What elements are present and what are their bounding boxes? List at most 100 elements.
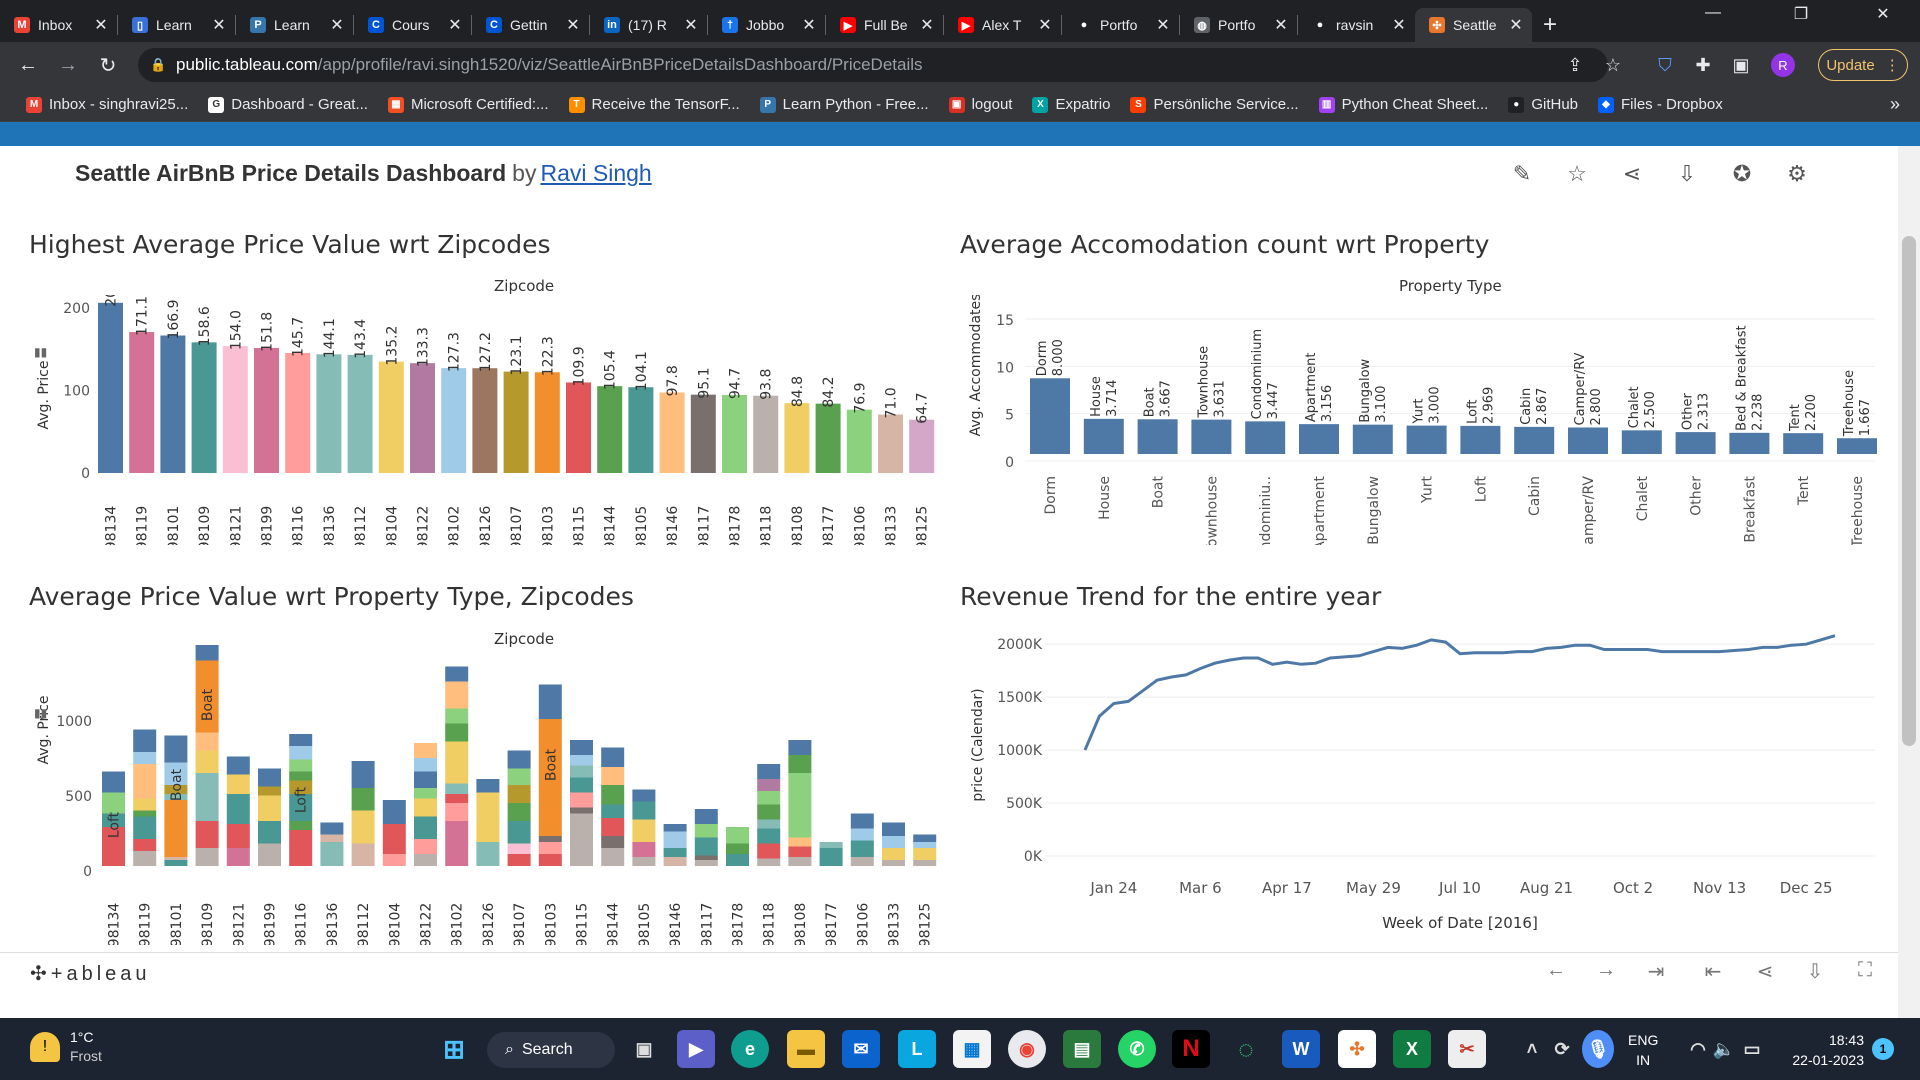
scroll-thumb[interactable] xyxy=(1902,236,1916,746)
tab-close-icon[interactable]: ✕ xyxy=(1508,15,1524,35)
bookmark-item[interactable]: ▦ Microsoft Certified:... xyxy=(378,96,559,113)
browser-tab[interactable]: P Learn ✕ xyxy=(236,8,353,42)
browser-tab[interactable]: ▶ Full Be ✕ xyxy=(826,8,943,42)
page-scrollbar[interactable] xyxy=(1898,146,1920,1018)
browser-tab[interactable]: ◍ Portfo ✕ xyxy=(1180,8,1297,42)
start-windows-icon[interactable]: ⊞ xyxy=(435,1030,473,1068)
share-icon[interactable]: ⋖ xyxy=(1618,160,1646,188)
browser-tab[interactable]: C Gettin ✕ xyxy=(472,8,589,42)
undo-icon[interactable]: ← xyxy=(1541,959,1571,982)
bookmark-item[interactable]: X Expatrio xyxy=(1022,96,1120,113)
word-icon[interactable]: W xyxy=(1282,1030,1320,1068)
back-icon[interactable]: ← xyxy=(10,47,46,83)
mail-icon[interactable]: ✉ xyxy=(842,1030,880,1068)
favorite-star-icon[interactable]: ☆ xyxy=(1563,160,1591,188)
minimize-icon[interactable]: — xyxy=(1690,4,1736,22)
close-window-icon[interactable]: ✕ xyxy=(1860,4,1906,24)
badge-icon[interactable]: ✪ xyxy=(1728,160,1756,188)
bookmark-item[interactable]: ◆ Files - Dropbox xyxy=(1588,96,1733,113)
tab-close-icon[interactable]: ✕ xyxy=(1037,15,1053,35)
excel-icon[interactable]: X xyxy=(1393,1030,1431,1068)
tab-close-icon[interactable]: ✕ xyxy=(801,15,817,35)
tab-close-icon[interactable]: ✕ xyxy=(1155,15,1171,35)
whatsapp-icon[interactable]: ✆ xyxy=(1118,1030,1156,1068)
zip-price-chart[interactable]: Avg. Price ▮▮ 0 100 200 206.6 98134 171.1 98119 1… xyxy=(0,295,950,545)
l-app-icon[interactable]: L xyxy=(898,1030,936,1068)
fullscreen-icon[interactable]: ⛶ xyxy=(1850,959,1880,982)
tab-close-icon[interactable]: ✕ xyxy=(1391,15,1407,35)
microphone-icon[interactable]: 🎙 xyxy=(1582,1030,1614,1068)
notification-badge[interactable]: 1 xyxy=(1872,1038,1894,1060)
browser-tab[interactable]: in (17) R ✕ xyxy=(590,8,707,42)
bookmark-item[interactable]: ▣ logout xyxy=(939,96,1023,113)
chrome-icon[interactable]: ◉ xyxy=(1008,1030,1046,1068)
tableau-app-icon[interactable]: ✣ xyxy=(1338,1030,1376,1068)
tab-close-icon[interactable]: ✕ xyxy=(329,15,345,35)
tab-close-icon[interactable]: ✕ xyxy=(447,15,463,35)
browser-tab[interactable]: ✣ Seattle ✕ xyxy=(1415,8,1532,42)
taskbar-search[interactable]: ⌕ Search xyxy=(487,1032,615,1068)
system-clock[interactable]: 18:43 22-01-2023 xyxy=(1760,1030,1864,1070)
tab-close-icon[interactable]: ✕ xyxy=(211,15,227,35)
bookmarks-overflow-icon[interactable]: » xyxy=(1890,94,1900,115)
revenue-chart[interactable]: price (Calendar) 0K 500K 1000K 1500K 2000K Jan… xyxy=(950,615,1895,950)
bookmark-item[interactable]: M Inbox - singhravi25... xyxy=(16,96,198,113)
new-tab-button[interactable]: + xyxy=(1532,8,1568,42)
download-icon[interactable]: ⇩ xyxy=(1673,160,1701,188)
language-indicator[interactable]: ENG IN xyxy=(1628,1030,1658,1070)
forward-icon[interactable]: → xyxy=(50,47,86,83)
settings-gear-icon[interactable]: ⚙ xyxy=(1783,160,1811,188)
edit-icon[interactable]: ✎ xyxy=(1508,160,1536,188)
netflix-icon[interactable]: N xyxy=(1172,1030,1210,1068)
tray-sync-icon[interactable]: ⟳ xyxy=(1548,1030,1576,1068)
author-link[interactable]: Ravi Singh xyxy=(540,160,651,186)
browser-tab[interactable]: C Cours ✕ xyxy=(354,8,471,42)
edge-icon[interactable]: e xyxy=(731,1030,769,1068)
snipping-tool-icon[interactable]: ✂ xyxy=(1448,1030,1486,1068)
download-viz-icon[interactable]: ⇩ xyxy=(1800,959,1830,984)
share-viz-icon[interactable]: ⋖ xyxy=(1750,959,1780,984)
file-explorer-icon[interactable]: ▬ xyxy=(787,1030,825,1068)
sync-app-icon[interactable]: ◌ xyxy=(1227,1030,1265,1068)
weather-widget[interactable]: ! 1°C Frost xyxy=(30,1028,102,1066)
task-view-icon[interactable]: ▣ xyxy=(625,1030,663,1068)
notes-app-icon[interactable]: ▤ xyxy=(1063,1030,1101,1068)
tab-close-icon[interactable]: ✕ xyxy=(919,15,935,35)
address-bar[interactable]: 🔒 public.tableau.com/app/profile/ravi.si… xyxy=(138,48,1608,82)
wifi-icon[interactable]: ◠ xyxy=(1684,1030,1712,1068)
browser-tab[interactable]: ● Portfo ✕ xyxy=(1062,8,1179,42)
update-button[interactable]: Update ⋮ xyxy=(1818,49,1908,81)
redo-icon[interactable]: → xyxy=(1591,959,1621,982)
bookmark-item[interactable]: ▥ Python Cheat Sheet... xyxy=(1309,96,1499,113)
profile-avatar[interactable]: R xyxy=(1771,53,1795,77)
browser-tab[interactable]: ▯ Learn ✕ xyxy=(118,8,235,42)
extension-shield-icon[interactable]: ⛉ xyxy=(1650,50,1680,80)
browser-tab[interactable]: ● ravsin ✕ xyxy=(1298,8,1415,42)
bookmark-item[interactable]: G Dashboard - Great... xyxy=(198,96,378,113)
teams-icon[interactable]: ▶ xyxy=(677,1030,715,1068)
bookmark-item[interactable]: S Persönliche Service... xyxy=(1120,96,1308,113)
tab-close-icon[interactable]: ✕ xyxy=(565,15,581,35)
store-icon[interactable]: ▦ xyxy=(953,1030,991,1068)
side-panel-icon[interactable]: ▣ xyxy=(1726,50,1756,80)
tray-chevron-icon[interactable]: ˄ xyxy=(1518,1030,1546,1068)
tab-close-icon[interactable]: ✕ xyxy=(1273,15,1289,35)
first-page-icon[interactable]: ⇤ xyxy=(1698,959,1728,984)
browser-tab[interactable]: M Inbox ✕ xyxy=(0,8,117,42)
stack-price-chart[interactable]: Avg. Price▮▮0500100098134 98119 98101 98109… xyxy=(0,645,950,945)
tab-close-icon[interactable]: ✕ xyxy=(683,15,699,35)
extensions-puzzle-icon[interactable]: ✚ xyxy=(1688,50,1718,80)
browser-tab[interactable]: ▶ Alex T ✕ xyxy=(944,8,1061,42)
tab-close-icon[interactable]: ✕ xyxy=(93,15,109,35)
volume-icon[interactable]: 🔈 xyxy=(1710,1030,1738,1068)
restore-icon[interactable]: ❐ xyxy=(1778,4,1824,24)
browser-tab[interactable]: † Jobbo ✕ xyxy=(708,8,825,42)
share-icon[interactable]: ⇪ xyxy=(1560,50,1590,80)
bookmark-item[interactable]: T Receive the TensorF... xyxy=(559,96,750,113)
reload-icon[interactable]: ↻ xyxy=(90,47,126,83)
accom-chart[interactable]: Avg. Accommodates051015Dorm 8.000DormHous… xyxy=(950,295,1895,545)
revert-icon[interactable]: ⇥ xyxy=(1641,959,1671,984)
bookmark-item[interactable]: P Learn Python - Free... xyxy=(750,96,939,113)
bookmark-item[interactable]: ● GitHub xyxy=(1498,96,1588,113)
tableau-logo[interactable]: ✣+ableau xyxy=(30,961,151,986)
